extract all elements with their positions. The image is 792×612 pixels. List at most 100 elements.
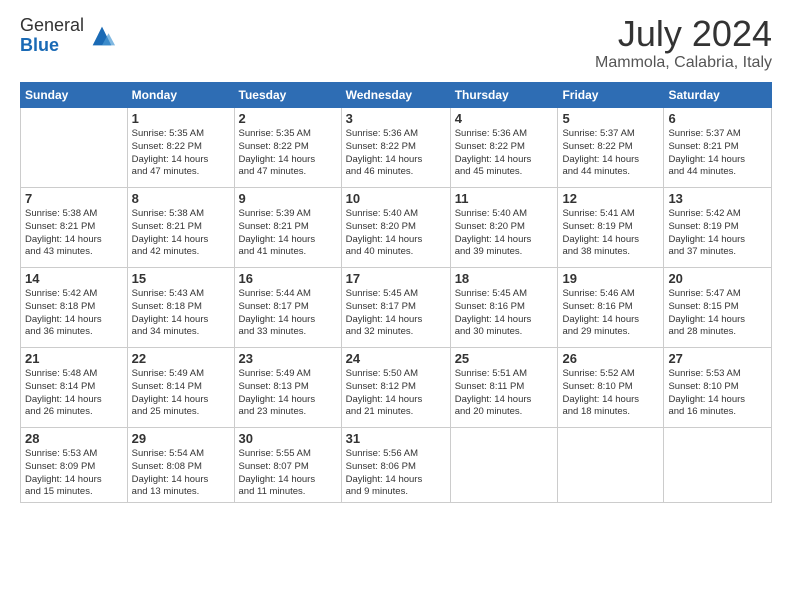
logo-general: General bbox=[20, 15, 84, 35]
week-row-5: 28Sunrise: 5:53 AM Sunset: 8:09 PM Dayli… bbox=[21, 428, 772, 503]
day-info: Sunrise: 5:42 AM Sunset: 8:18 PM Dayligh… bbox=[25, 288, 123, 339]
day-cell: 16Sunrise: 5:44 AM Sunset: 8:17 PM Dayli… bbox=[234, 268, 341, 348]
header: General Blue July 2024 Mammola, Calabria… bbox=[20, 16, 772, 72]
day-cell: 20 Sunrise: 5:47 AM Sunset: 8:15 PM Dayli… bbox=[664, 268, 772, 348]
day-number: 22 bbox=[132, 351, 230, 366]
day-info: Sunrise: 5:43 AM Sunset: 8:18 PM Dayligh… bbox=[132, 288, 230, 339]
day-cell: 10 Sunrise: 5:40 AM Sunset: 8:20 PM Dayli… bbox=[341, 188, 450, 268]
header-row: SundayMondayTuesdayWednesdayThursdayFrid… bbox=[21, 83, 772, 108]
logo-icon bbox=[88, 22, 116, 50]
title-location: Mammola, Calabria, Italy bbox=[595, 54, 772, 72]
day-cell: 19Sunrise: 5:46 AM Sunset: 8:16 PM Dayli… bbox=[558, 268, 664, 348]
day-info: Sunrise: 5:50 AM Sunset: 8:12 PM Dayligh… bbox=[346, 368, 446, 419]
day-number: 9 bbox=[239, 191, 337, 206]
day-number: 21 bbox=[25, 351, 123, 366]
day-cell: 23Sunrise: 5:49 AM Sunset: 8:13 PM Dayli… bbox=[234, 348, 341, 428]
day-cell: 28Sunrise: 5:53 AM Sunset: 8:09 PM Dayli… bbox=[21, 428, 128, 503]
day-number: 3 bbox=[346, 111, 446, 126]
day-info: Sunrise: 5:54 AM Sunset: 8:08 PM Dayligh… bbox=[132, 448, 230, 499]
day-header-tuesday: Tuesday bbox=[234, 83, 341, 108]
day-cell bbox=[664, 428, 772, 503]
day-cell: 6Sunrise: 5:37 AM Sunset: 8:21 PM Daylig… bbox=[664, 108, 772, 188]
day-info: Sunrise: 5:53 AM Sunset: 8:09 PM Dayligh… bbox=[25, 448, 123, 499]
logo-text: General Blue bbox=[20, 16, 84, 56]
day-number: 10 bbox=[346, 191, 446, 206]
day-cell: 17Sunrise: 5:45 AM Sunset: 8:17 PM Dayli… bbox=[341, 268, 450, 348]
day-cell: 21 Sunrise: 5:48 AM Sunset: 8:14 PM Dayli… bbox=[21, 348, 128, 428]
logo: General Blue bbox=[20, 16, 116, 56]
calendar-page: General Blue July 2024 Mammola, Calabria… bbox=[0, 0, 792, 612]
day-info: Sunrise: 5:45 AM Sunset: 8:17 PM Dayligh… bbox=[346, 288, 446, 339]
day-number: 23 bbox=[239, 351, 337, 366]
title-month: July 2024 bbox=[595, 16, 772, 52]
week-row-2: 7Sunrise: 5:38 AM Sunset: 8:21 PM Daylig… bbox=[21, 188, 772, 268]
day-number: 16 bbox=[239, 271, 337, 286]
day-cell: 7Sunrise: 5:38 AM Sunset: 8:21 PM Daylig… bbox=[21, 188, 128, 268]
day-info: Sunrise: 5:53 AM Sunset: 8:10 PM Dayligh… bbox=[668, 368, 767, 419]
day-number: 14 bbox=[25, 271, 123, 286]
day-cell: 29 Sunrise: 5:54 AM Sunset: 8:08 PM Dayli… bbox=[127, 428, 234, 503]
week-row-4: 21 Sunrise: 5:48 AM Sunset: 8:14 PM Dayli… bbox=[21, 348, 772, 428]
day-cell: 25 Sunrise: 5:51 AM Sunset: 8:11 PM Dayli… bbox=[450, 348, 558, 428]
day-number: 30 bbox=[239, 431, 337, 446]
day-cell: 5 Sunrise: 5:37 AM Sunset: 8:22 PM Daylig… bbox=[558, 108, 664, 188]
day-cell bbox=[558, 428, 664, 503]
day-info: Sunrise: 5:55 AM Sunset: 8:07 PM Dayligh… bbox=[239, 448, 337, 499]
day-cell: 26 Sunrise: 5:52 AM Sunset: 8:10 PM Dayli… bbox=[558, 348, 664, 428]
day-header-friday: Friday bbox=[558, 83, 664, 108]
day-number: 15 bbox=[132, 271, 230, 286]
day-info: Sunrise: 5:45 AM Sunset: 8:16 PM Dayligh… bbox=[455, 288, 554, 339]
day-number: 12 bbox=[562, 191, 659, 206]
day-cell: 22 Sunrise: 5:49 AM Sunset: 8:14 PM Dayli… bbox=[127, 348, 234, 428]
day-number: 1 bbox=[132, 111, 230, 126]
day-cell: 1 Sunrise: 5:35 AM Sunset: 8:22 PM Daylig… bbox=[127, 108, 234, 188]
week-row-3: 14 Sunrise: 5:42 AM Sunset: 8:18 PM Dayli… bbox=[21, 268, 772, 348]
title-block: July 2024 Mammola, Calabria, Italy bbox=[595, 16, 772, 72]
day-number: 11 bbox=[455, 191, 554, 206]
day-info: Sunrise: 5:39 AM Sunset: 8:21 PM Dayligh… bbox=[239, 208, 337, 259]
day-info: Sunrise: 5:36 AM Sunset: 8:22 PM Dayligh… bbox=[455, 128, 554, 179]
day-number: 31 bbox=[346, 431, 446, 446]
day-number: 4 bbox=[455, 111, 554, 126]
day-header-wednesday: Wednesday bbox=[341, 83, 450, 108]
day-info: Sunrise: 5:37 AM Sunset: 8:22 PM Dayligh… bbox=[562, 128, 659, 179]
day-info: Sunrise: 5:35 AM Sunset: 8:22 PM Dayligh… bbox=[239, 128, 337, 179]
day-info: Sunrise: 5:46 AM Sunset: 8:16 PM Dayligh… bbox=[562, 288, 659, 339]
day-info: Sunrise: 5:41 AM Sunset: 8:19 PM Dayligh… bbox=[562, 208, 659, 259]
day-info: Sunrise: 5:47 AM Sunset: 8:15 PM Dayligh… bbox=[668, 288, 767, 339]
day-info: Sunrise: 5:37 AM Sunset: 8:21 PM Dayligh… bbox=[668, 128, 767, 179]
day-info: Sunrise: 5:35 AM Sunset: 8:22 PM Dayligh… bbox=[132, 128, 230, 179]
week-row-1: 1 Sunrise: 5:35 AM Sunset: 8:22 PM Daylig… bbox=[21, 108, 772, 188]
day-cell: 12 Sunrise: 5:41 AM Sunset: 8:19 PM Dayli… bbox=[558, 188, 664, 268]
day-cell bbox=[450, 428, 558, 503]
day-cell: 27 Sunrise: 5:53 AM Sunset: 8:10 PM Dayli… bbox=[664, 348, 772, 428]
day-info: Sunrise: 5:40 AM Sunset: 8:20 PM Dayligh… bbox=[346, 208, 446, 259]
day-number: 20 bbox=[668, 271, 767, 286]
day-cell: 31Sunrise: 5:56 AM Sunset: 8:06 PM Dayli… bbox=[341, 428, 450, 503]
day-number: 27 bbox=[668, 351, 767, 366]
day-number: 18 bbox=[455, 271, 554, 286]
day-number: 5 bbox=[562, 111, 659, 126]
day-info: Sunrise: 5:52 AM Sunset: 8:10 PM Dayligh… bbox=[562, 368, 659, 419]
day-number: 13 bbox=[668, 191, 767, 206]
calendar-table: SundayMondayTuesdayWednesdayThursdayFrid… bbox=[20, 82, 772, 503]
day-cell: 13Sunrise: 5:42 AM Sunset: 8:19 PM Dayli… bbox=[664, 188, 772, 268]
day-number: 29 bbox=[132, 431, 230, 446]
day-number: 24 bbox=[346, 351, 446, 366]
day-number: 8 bbox=[132, 191, 230, 206]
day-cell: 30 Sunrise: 5:55 AM Sunset: 8:07 PM Dayli… bbox=[234, 428, 341, 503]
day-info: Sunrise: 5:40 AM Sunset: 8:20 PM Dayligh… bbox=[455, 208, 554, 259]
day-info: Sunrise: 5:36 AM Sunset: 8:22 PM Dayligh… bbox=[346, 128, 446, 179]
day-info: Sunrise: 5:51 AM Sunset: 8:11 PM Dayligh… bbox=[455, 368, 554, 419]
day-number: 2 bbox=[239, 111, 337, 126]
day-cell: 24 Sunrise: 5:50 AM Sunset: 8:12 PM Dayli… bbox=[341, 348, 450, 428]
day-info: Sunrise: 5:48 AM Sunset: 8:14 PM Dayligh… bbox=[25, 368, 123, 419]
day-cell: 11 Sunrise: 5:40 AM Sunset: 8:20 PM Dayli… bbox=[450, 188, 558, 268]
day-header-thursday: Thursday bbox=[450, 83, 558, 108]
logo-blue: Blue bbox=[20, 35, 59, 55]
day-info: Sunrise: 5:38 AM Sunset: 8:21 PM Dayligh… bbox=[132, 208, 230, 259]
day-number: 26 bbox=[562, 351, 659, 366]
day-info: Sunrise: 5:49 AM Sunset: 8:14 PM Dayligh… bbox=[132, 368, 230, 419]
day-info: Sunrise: 5:38 AM Sunset: 8:21 PM Dayligh… bbox=[25, 208, 123, 259]
day-number: 25 bbox=[455, 351, 554, 366]
